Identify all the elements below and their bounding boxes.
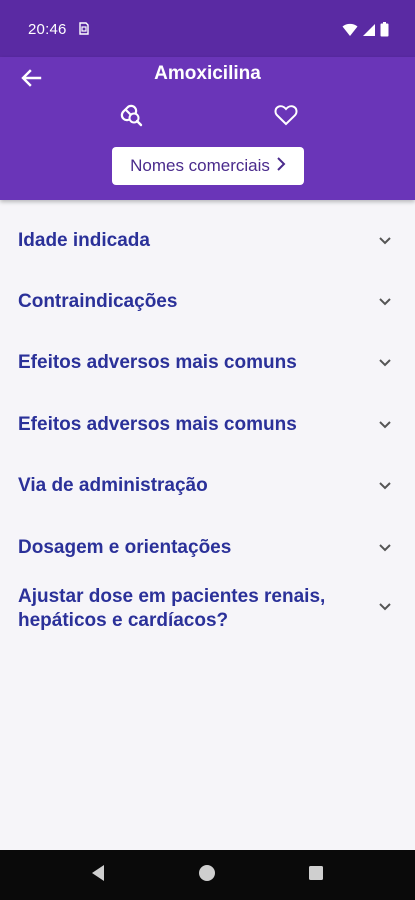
brand-names-label: Nomes comerciais: [130, 156, 270, 175]
sim-card-icon: [79, 22, 89, 35]
nav-back-button[interactable]: [88, 864, 108, 887]
navigation-bar: [0, 850, 415, 900]
section-label: Ajustar dose em pacientes renais, hepáti…: [18, 586, 326, 631]
brand-names-button[interactable]: Nomes comerciais: [112, 147, 304, 185]
favorite-button[interactable]: [273, 104, 299, 130]
section-label: Via de administração: [18, 475, 208, 496]
signal-icon: [362, 23, 376, 42]
section-via-administracao[interactable]: Via de administração: [0, 463, 415, 509]
section-efeitos-adversos-2[interactable]: Efeitos adversos mais comuns: [0, 402, 415, 448]
heart-icon: [274, 104, 298, 131]
home-circle-icon: [198, 864, 216, 887]
back-triangle-icon: [90, 864, 106, 887]
section-label: Efeitos adversos mais comuns: [18, 414, 297, 435]
pill-search-button[interactable]: [118, 104, 144, 130]
section-dosagem[interactable]: Dosagem e orientações: [0, 525, 415, 571]
section-idade-indicada[interactable]: Idade indicada: [0, 218, 415, 264]
section-ajustar-dose[interactable]: Ajustar dose em pacientes renais, hepáti…: [0, 576, 415, 640]
chevron-down-icon: [376, 539, 394, 557]
battery-icon: [380, 22, 389, 42]
section-label: Dosagem e orientações: [18, 537, 232, 558]
section-label: Idade indicada: [18, 230, 150, 251]
chevron-down-icon: [376, 598, 394, 616]
chevron-down-icon: [376, 416, 394, 434]
nav-recents-button[interactable]: [306, 865, 326, 885]
status-icons: [342, 22, 389, 42]
section-contraindicacoes[interactable]: Contraindicações: [0, 279, 415, 325]
screen: 20:46 Amoxicilina Nomes comerciais Idade…: [0, 0, 415, 900]
section-efeitos-adversos[interactable]: Efeitos adversos mais comuns: [0, 340, 415, 386]
section-label: Efeitos adversos mais comuns: [18, 352, 297, 373]
app-bar: Amoxicilina Nomes comerciais: [0, 57, 415, 200]
chevron-down-icon: [376, 232, 394, 250]
status-time: 20:46: [28, 21, 67, 38]
status-bar: 20:46: [0, 0, 415, 57]
chevron-down-icon: [376, 354, 394, 372]
pill-search-icon: [118, 102, 144, 133]
page-title: Amoxicilina: [154, 63, 261, 84]
chevron-down-icon: [376, 293, 394, 311]
chevron-down-icon: [376, 477, 394, 495]
wifi-icon: [342, 23, 358, 42]
section-label: Contraindicações: [18, 291, 178, 312]
recents-square-icon: [308, 865, 324, 886]
nav-home-button[interactable]: [197, 864, 217, 887]
chevron-right-icon: [276, 156, 286, 177]
